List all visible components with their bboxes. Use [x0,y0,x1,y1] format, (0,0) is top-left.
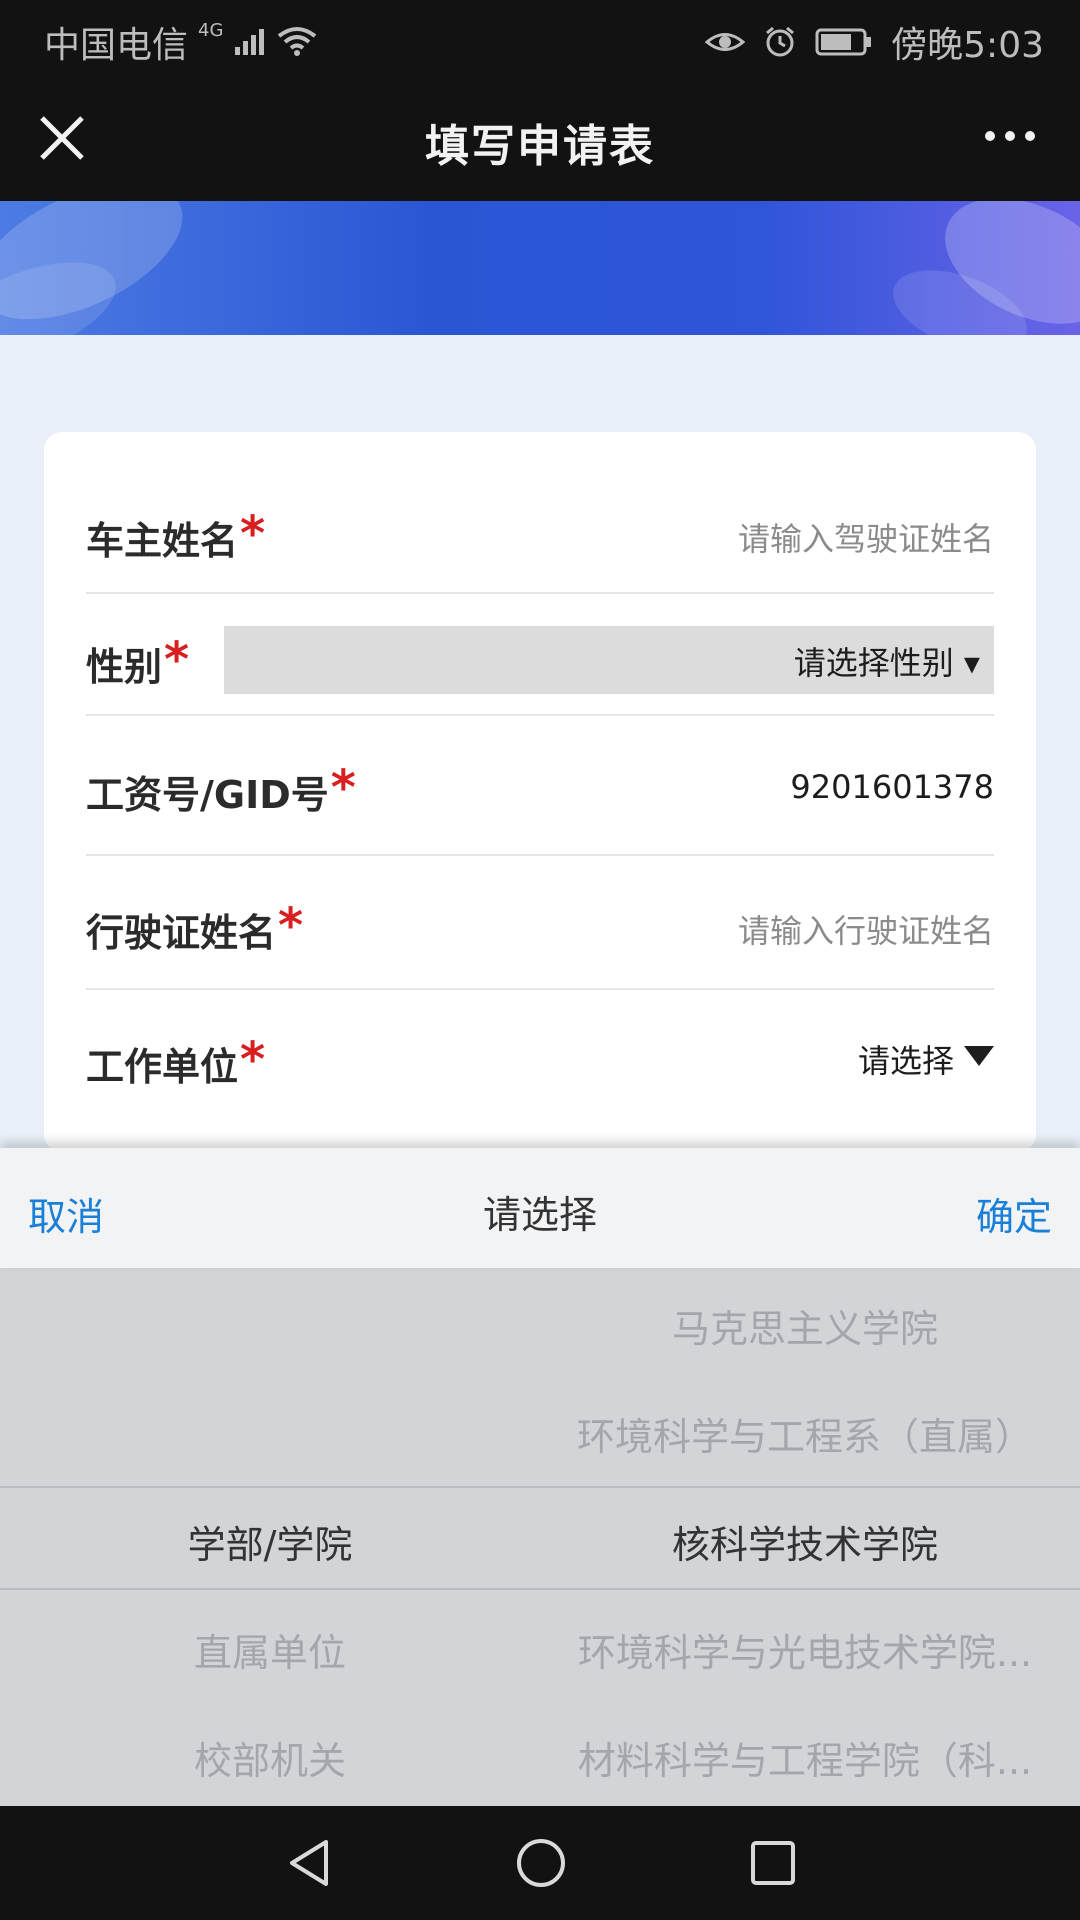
license-name-input[interactable]: 请输入行驶证姓名 [738,906,994,952]
gender-select-value: 请选择性别 ▾ [793,644,980,682]
wifi-icon [278,27,317,56]
unit-picker-sheet: 取消 请选择 确定 马克思主义学院 环境科学与工程系（直属） 学部/学院 核科学… [0,1148,1080,1806]
confirm-button[interactable]: 确定 [976,1186,1052,1241]
owner-name-label: 车主姓名* [86,506,265,566]
work-unit-label: 工作单位* [86,1032,265,1092]
picker-title: 请选择 [482,1193,597,1237]
back-icon[interactable] [282,1836,336,1890]
picker-header: 取消 请选择 确定 [0,1148,1080,1268]
dropdown-arrow-icon[interactable] [964,1046,994,1068]
required-mark: * [240,1032,266,1088]
home-icon[interactable] [514,1836,568,1890]
gender-label-text: 性别 [86,645,163,689]
form-row-gid[interactable]: 工资号/GID号* 9201601378 [86,714,994,856]
network-type-label: 4G [198,19,224,41]
license-name-label: 行驶证姓名* [86,898,303,958]
status-bar: 中国电信 4G 傍晚5:03 [0,0,1080,76]
gid-label: 工资号/GID号* [86,760,356,820]
license-name-label-text: 行驶证姓名 [86,911,277,955]
picker-option[interactable]: 材料科学与工程学院（科... [560,1730,1050,1785]
work-unit-label-text: 工作单位 [86,1045,239,1089]
more-options-icon[interactable] [980,116,1040,156]
required-mark: * [330,760,356,816]
gender-label: 性别* [86,632,189,692]
gender-select[interactable]: 请选择性别 ▾ [224,626,994,694]
picker-option[interactable]: 马克思主义学院 [560,1298,1050,1353]
header-banner [0,201,1080,335]
picker-option[interactable]: 直属单位 [0,1622,540,1677]
form-row-license-name[interactable]: 行驶证姓名* 请输入行驶证姓名 [86,854,994,990]
alarm-icon [766,26,795,57]
system-nav-bar [0,1806,1080,1920]
signal-icon [235,29,265,55]
required-mark: * [240,506,266,562]
form-row-gender[interactable]: 性别* 请选择性别 ▾ [86,592,994,716]
work-unit-select[interactable]: 请选择 [858,1036,954,1082]
banner-decoration [0,201,1080,335]
clock-label: 傍晚5:03 [891,25,1044,66]
picker-left-selected[interactable]: 学部/学院 [0,1514,540,1569]
eye-icon [705,33,746,51]
gid-input[interactable]: 9201601378 [790,768,994,806]
application-form-card: 车主姓名* 请输入驾驶证姓名 性别* 请选择性别 ▾ 工资号/GID号* 920… [44,432,1036,1152]
owner-name-input[interactable]: 请输入驾驶证姓名 [738,514,994,560]
form-row-work-unit[interactable]: 工作单位* 请选择 [86,988,994,1152]
picker-option[interactable]: 校部机关 [0,1730,540,1785]
title-bar: 填写申请表 [0,76,1080,201]
carrier-label: 中国电信 [44,25,189,66]
page-title: 填写申请表 [425,121,655,172]
recent-apps-icon[interactable] [746,1836,800,1890]
required-mark: * [164,632,190,688]
picker-right-selected[interactable]: 核科学技术学院 [560,1514,1050,1569]
picker-option[interactable]: 环境科学与工程系（直属） [540,1406,1070,1461]
owner-name-label-text: 车主姓名 [86,519,239,563]
picker-option[interactable]: 环境科学与光电技术学院... [560,1622,1050,1677]
battery-icon [815,28,872,56]
form-row-owner-name[interactable]: 车主姓名* 请输入驾驶证姓名 [86,472,994,594]
required-mark: * [278,898,304,954]
gid-label-text: 工资号/GID号 [86,773,329,817]
